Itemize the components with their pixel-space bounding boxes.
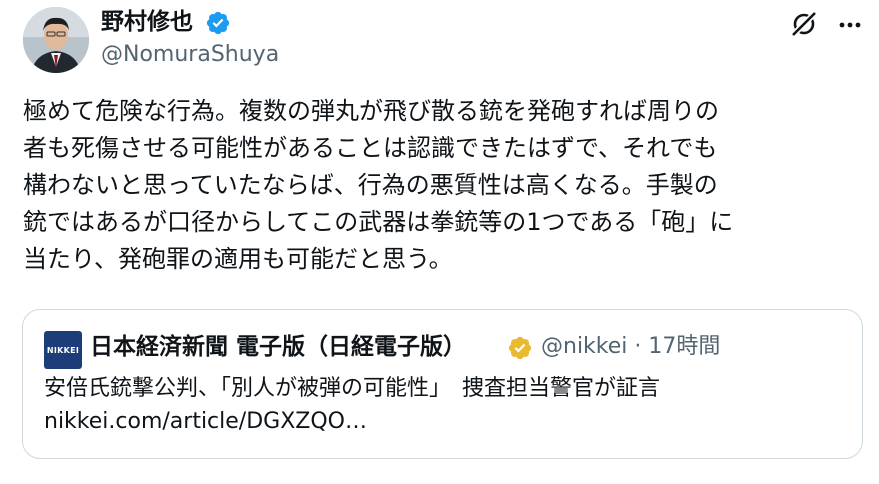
- author-name[interactable]: 野村修也: [101, 7, 193, 37]
- nikkei-logo[interactable]: NIKKEI: [44, 331, 82, 369]
- quoted-tweet-card[interactable]: NIKKEI 日本経済新聞 電子版（日経電子版） @nikkei · 17時間 …: [22, 309, 863, 459]
- quoted-meta: @nikkei · 17時間: [541, 332, 720, 362]
- tweet-text-line: 極めて危険な行為。複数の弾丸が飛び散る銃を発砲すれば周りの: [23, 97, 719, 125]
- quoted-text: 安倍氏銃撃公判、「別人が被弾の可能性」 捜査担当警官が証言: [44, 376, 661, 401]
- author-handle[interactable]: @NomuraShuya: [101, 41, 279, 69]
- tweet-text-line: 構わないと思っていたならば、行為の悪質性は高くなる。手製の: [23, 171, 718, 199]
- author-avatar[interactable]: [23, 7, 89, 73]
- verified-badge-icon: [206, 11, 230, 35]
- grok-icon[interactable]: [786, 6, 822, 42]
- more-dots-icon[interactable]: [832, 6, 868, 42]
- quoted-link[interactable]: nikkei.com/article/DGXZQO…: [44, 407, 367, 437]
- quoted-timestamp[interactable]: 17時間: [648, 334, 720, 359]
- tweet-text-line: 当たり、発砲罪の適用も可能だと思う。: [23, 245, 453, 273]
- tweet-text-line: 者も死傷させる可能性があることは認識できたはずで、それでも: [23, 134, 718, 162]
- tweet-text-line: 銃ではあるが口径からしてこの武器は拳銃等の1つである「砲」に: [23, 208, 734, 236]
- quoted-author-name[interactable]: 日本経済新聞 電子版（日経電子版）: [90, 332, 466, 362]
- meta-separator: ·: [634, 334, 642, 359]
- quoted-handle[interactable]: @nikkei: [541, 334, 627, 359]
- gold-verified-badge-icon: [508, 336, 532, 360]
- tweet-text: 極めて危険な行為。複数の弾丸が飛び散る銃を発砲すれば周りの 者も死傷させる可能性…: [23, 93, 859, 278]
